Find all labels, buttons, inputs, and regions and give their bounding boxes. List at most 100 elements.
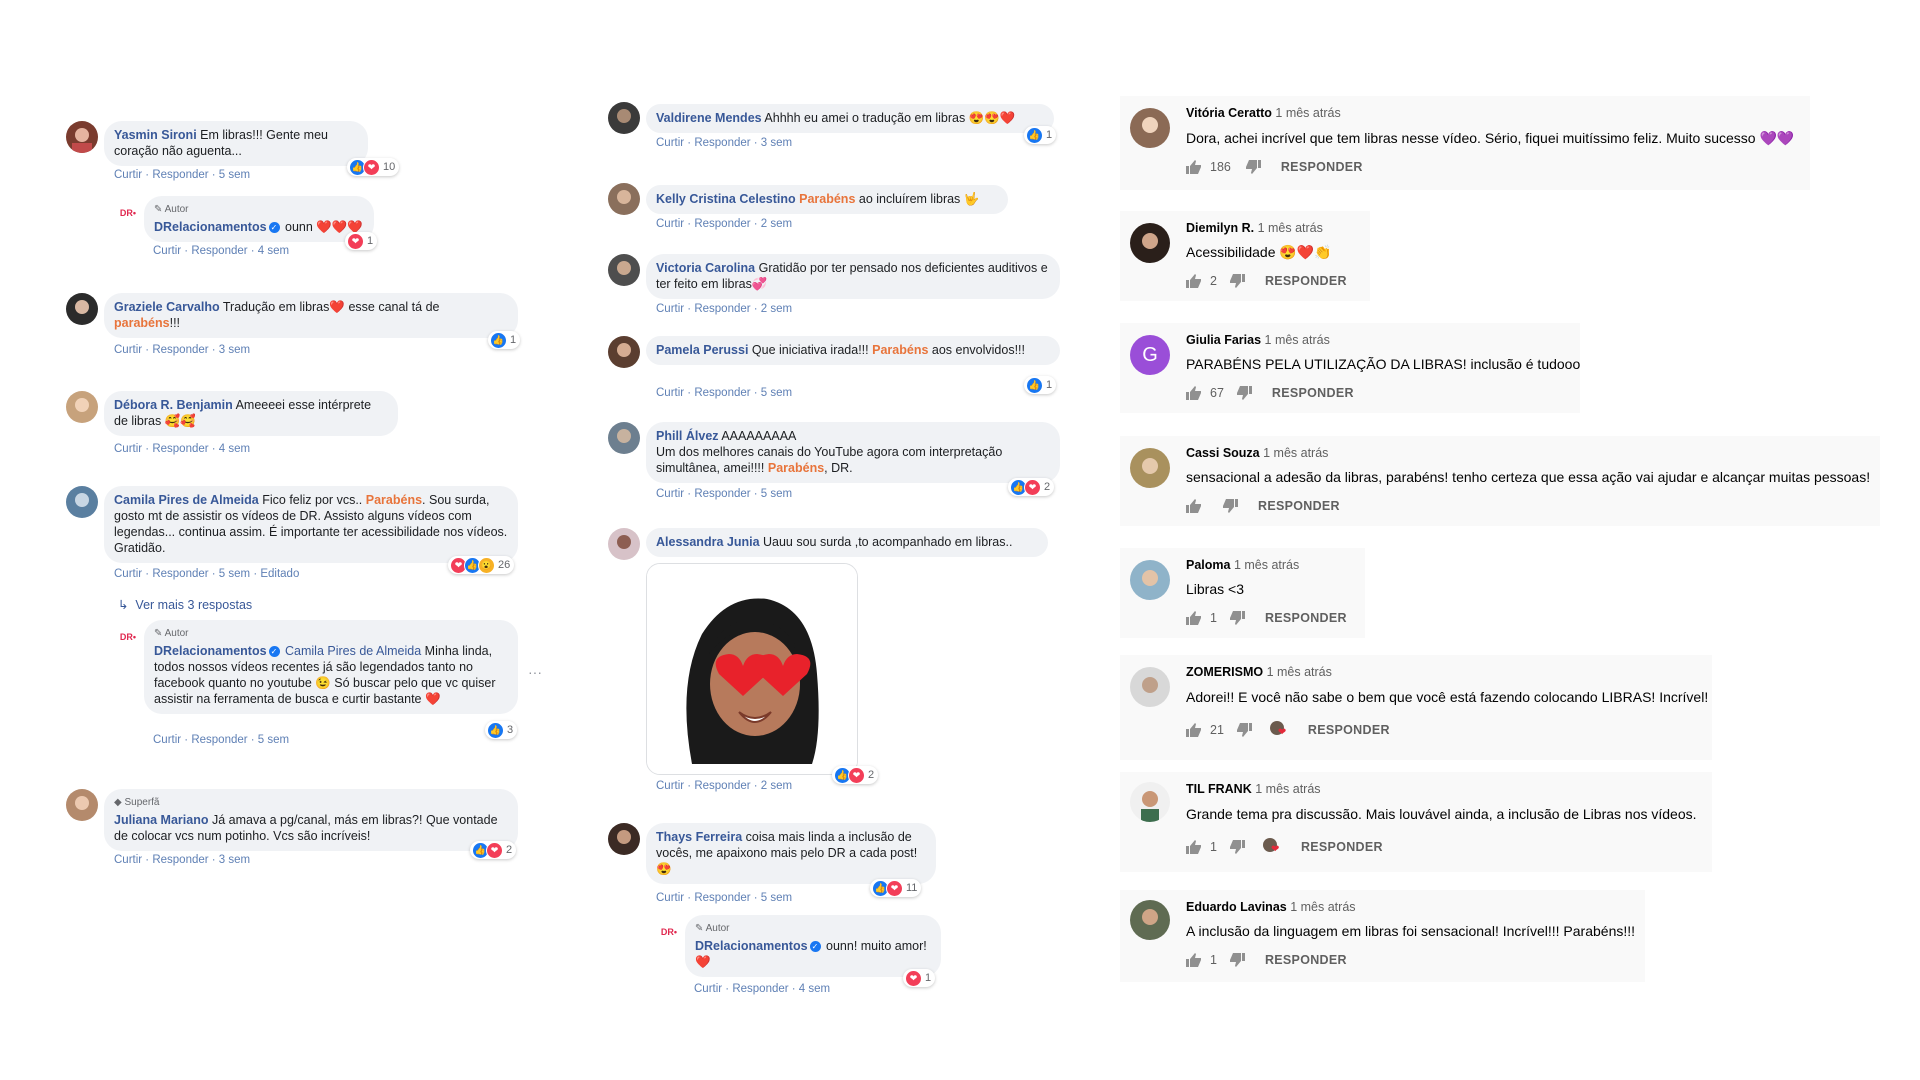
comment-time[interactable]: 1 mês atrás — [1290, 900, 1355, 914]
comment-actions[interactable]: Curtir · Responder · 4 sem — [114, 443, 250, 455]
thumbs-up-icon[interactable] — [1186, 611, 1202, 625]
thumbs-up-icon[interactable] — [1186, 723, 1202, 737]
commenter-name[interactable]: DRelacionamentos — [695, 939, 808, 953]
reaction-summary[interactable]: 👍 ❤ 11 — [870, 879, 922, 897]
comment-actions[interactable]: Curtir · Responder · 2 sem — [656, 303, 792, 315]
comment-time[interactable]: 1 mês atrás — [1275, 106, 1340, 120]
reply-button[interactable]: RESPONDER — [1258, 499, 1340, 513]
reaction-summary[interactable]: 👍 1 — [1024, 126, 1057, 144]
avatar[interactable] — [1130, 448, 1170, 488]
reaction-summary[interactable]: 👍 1 — [488, 331, 521, 349]
avatar[interactable] — [66, 293, 98, 325]
avatar[interactable] — [608, 422, 640, 454]
avatar[interactable] — [1130, 900, 1170, 940]
thumbs-up-icon[interactable] — [1186, 840, 1202, 854]
comment-actions[interactable]: Curtir · Responder · 2 sem — [656, 780, 792, 792]
thumbs-down-icon[interactable] — [1229, 611, 1245, 625]
reaction-summary[interactable]: ❤ 👍 😮 26 — [448, 556, 515, 574]
commenter-name[interactable]: TIL FRANK — [1186, 782, 1252, 796]
more-options-icon[interactable]: ··· — [528, 664, 542, 680]
comment-time[interactable]: 1 mês atrás — [1267, 665, 1332, 679]
commenter-name[interactable]: Phill Álvez — [656, 429, 719, 443]
commenter-name[interactable]: DRelacionamentos — [154, 644, 267, 658]
commenter-name[interactable]: Valdirene Mendes — [656, 111, 762, 125]
commenter-name[interactable]: DRelacionamentos — [154, 220, 267, 234]
reaction-summary[interactable]: ❤ 1 — [345, 232, 378, 250]
reaction-summary[interactable]: 👍 1 — [1024, 376, 1057, 394]
reply-button[interactable]: RESPONDER — [1265, 611, 1347, 625]
commenter-name[interactable]: Camila Pires de Almeida — [114, 493, 259, 507]
avatar[interactable] — [608, 254, 640, 286]
reply-button[interactable]: RESPONDER — [1281, 160, 1363, 174]
avatar[interactable] — [1130, 667, 1170, 707]
comment-time[interactable]: 1 mês atrás — [1258, 221, 1323, 235]
comment-time[interactable]: 1 mês atrás — [1234, 558, 1299, 572]
commenter-name[interactable]: Thays Ferreira — [656, 830, 742, 844]
thumbs-down-icon[interactable] — [1245, 160, 1261, 174]
thumbs-down-icon[interactable] — [1236, 386, 1252, 400]
thumbs-up-icon[interactable] — [1186, 160, 1202, 174]
commenter-name[interactable]: Débora R. Benjamin — [114, 398, 233, 412]
reaction-summary[interactable]: 👍 ❤ 2 — [1008, 478, 1055, 496]
commenter-name[interactable]: Vitória Ceratto — [1186, 106, 1272, 120]
commenter-name[interactable]: Diemilyn R. — [1186, 221, 1254, 235]
commenter-name[interactable]: Eduardo Lavinas — [1186, 900, 1287, 914]
commenter-name[interactable]: Giulia Farias — [1186, 333, 1261, 347]
reply-button[interactable]: RESPONDER — [1301, 840, 1383, 854]
thumbs-up-icon[interactable] — [1186, 274, 1202, 288]
comment-actions[interactable]: Curtir · Responder · 5 sem — [114, 169, 250, 181]
avatar[interactable] — [1130, 560, 1170, 600]
thumbs-down-icon[interactable] — [1229, 953, 1245, 967]
avatar[interactable] — [1130, 108, 1170, 148]
avatar[interactable] — [66, 789, 98, 821]
thumbs-down-icon[interactable] — [1236, 723, 1252, 737]
comment-actions[interactable]: Curtir · Responder · 5 sem · Editado — [114, 568, 299, 580]
commenter-name[interactable]: Juliana Mariano — [114, 813, 208, 827]
reaction-summary[interactable]: 👍 ❤ 2 — [832, 766, 879, 784]
commenter-name[interactable]: Pamela Perussi — [656, 343, 748, 357]
commenter-name[interactable]: ZOMERISMO — [1186, 665, 1263, 679]
avatar[interactable] — [608, 823, 640, 855]
comment-actions[interactable]: Curtir · Responder · 3 sem — [114, 344, 250, 356]
avatar[interactable] — [1130, 223, 1170, 263]
commenter-name[interactable]: Kelly Cristina Celestino — [656, 192, 796, 206]
thumbs-down-icon[interactable] — [1229, 274, 1245, 288]
reply-button[interactable]: RESPONDER — [1265, 274, 1347, 288]
thumbs-up-icon[interactable] — [1186, 953, 1202, 967]
comment-time[interactable]: 1 mês atrás — [1255, 782, 1320, 796]
thumbs-down-icon[interactable] — [1222, 499, 1238, 513]
reaction-summary[interactable]: 👍 ❤ 10 — [347, 158, 400, 176]
comment-actions[interactable]: Curtir · Responder · 3 sem — [114, 854, 250, 866]
avatar[interactable]: G — [1130, 335, 1170, 375]
comment-actions[interactable]: Curtir · Responder · 3 sem — [656, 137, 792, 149]
commenter-name[interactable]: Yasmin Sironi — [114, 128, 197, 142]
commenter-name[interactable]: Alessandra Junia — [656, 535, 760, 549]
comment-time[interactable]: 1 mês atrás — [1263, 446, 1328, 460]
comment-actions[interactable]: Curtir · Responder · 5 sem — [656, 892, 792, 904]
commenter-name[interactable]: Graziele Carvalho — [114, 300, 220, 314]
comment-actions[interactable]: Curtir · Responder · 2 sem — [656, 218, 792, 230]
avatar[interactable] — [608, 528, 640, 560]
mention-link[interactable]: Camila Pires de Almeida — [285, 644, 421, 658]
comment-time[interactable]: 1 mês atrás — [1265, 333, 1330, 347]
avatar[interactable] — [66, 486, 98, 518]
avatar[interactable] — [66, 391, 98, 423]
memoji-sticker-image[interactable] — [646, 563, 858, 775]
reaction-summary[interactable]: ❤ 1 — [903, 969, 936, 987]
thumbs-down-icon[interactable] — [1229, 840, 1245, 854]
comment-actions[interactable]: Curtir · Responder · 5 sem — [656, 488, 792, 500]
avatar[interactable] — [608, 336, 640, 368]
commenter-name[interactable]: Cassi Souza — [1186, 446, 1260, 460]
commenter-name[interactable]: Victoria Carolina — [656, 261, 755, 275]
comment-actions[interactable]: Curtir · Responder · 4 sem — [694, 983, 830, 995]
avatar[interactable] — [608, 183, 640, 215]
reply-button[interactable]: RESPONDER — [1308, 723, 1390, 737]
thumbs-up-icon[interactable] — [1186, 386, 1202, 400]
reply-button[interactable]: RESPONDER — [1265, 953, 1347, 967]
reaction-summary[interactable]: 👍 3 — [485, 721, 518, 739]
avatar[interactable] — [1130, 782, 1170, 822]
commenter-name[interactable]: Paloma — [1186, 558, 1230, 572]
comment-actions[interactable]: Curtir · Responder · 5 sem — [153, 734, 289, 746]
reply-button[interactable]: RESPONDER — [1272, 386, 1354, 400]
reaction-summary[interactable]: 👍 ❤ 2 — [470, 841, 517, 859]
